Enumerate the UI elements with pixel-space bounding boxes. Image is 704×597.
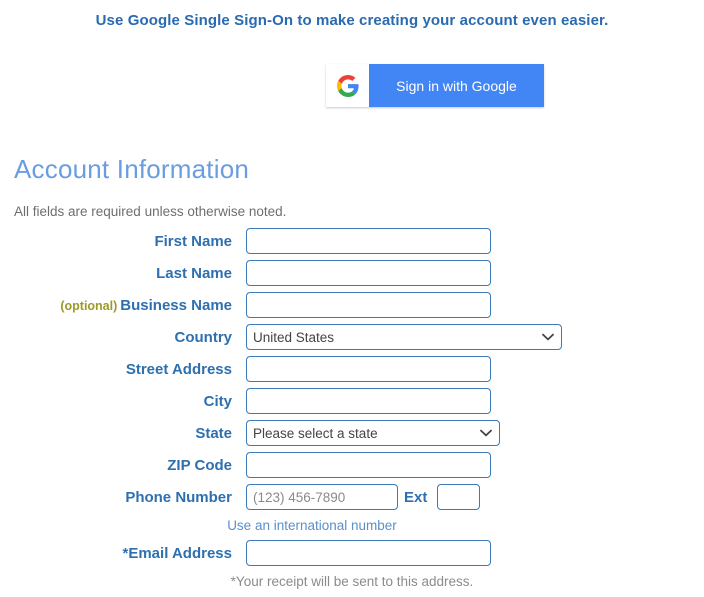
form-row-business-name: (optional) Business Name (0, 290, 704, 321)
account-information-form: First Name Last Name (optional) Business … (0, 226, 704, 594)
ext-input[interactable] (437, 484, 480, 510)
last-name-label: Last Name (156, 265, 232, 282)
optional-tag: (optional) (60, 299, 118, 313)
country-label: Country (174, 329, 233, 346)
google-g-icon (326, 64, 369, 107)
signup-page: Use Google Single Sign-On to make creati… (0, 0, 704, 597)
sso-headline: Use Google Single Sign-On to make creati… (95, 12, 609, 29)
form-row-state: State Please select a state (0, 418, 704, 449)
street-address-input[interactable] (246, 356, 491, 382)
state-label: State (195, 425, 232, 442)
email-address-field-wrap (246, 540, 491, 566)
first-name-label: First Name (154, 233, 232, 250)
form-row-city: City (0, 386, 704, 417)
business-name-field-wrap (246, 292, 491, 318)
city-label: City (203, 393, 232, 410)
business-name-label-text: Business Name (120, 297, 232, 314)
zip-code-input[interactable] (246, 452, 491, 478)
last-name-input[interactable] (246, 260, 491, 286)
international-number-row: Use an international number (0, 514, 704, 538)
street-address-label: Street Address (125, 361, 232, 378)
country-field-wrap: United States (246, 324, 562, 350)
form-row-first-name: First Name (0, 226, 704, 257)
business-name-label: (optional) Business Name (60, 290, 232, 321)
city-field-wrap (246, 388, 491, 414)
first-name-field-wrap (246, 228, 491, 254)
form-row-zip-code: ZIP Code (0, 450, 704, 481)
email-address-input[interactable] (246, 540, 491, 566)
ext-label: Ext (404, 489, 428, 506)
country-select[interactable]: United States (246, 324, 562, 350)
form-row-street-address: Street Address (0, 354, 704, 385)
google-button-label: Sign in with Google (396, 77, 517, 94)
page-title: Account Information (14, 154, 250, 184)
zip-code-label: ZIP Code (167, 457, 232, 474)
email-note-text: *Your receipt will be sent to this addre… (230, 574, 474, 589)
zip-code-field-wrap (246, 452, 491, 478)
state-select[interactable]: Please select a state (246, 420, 500, 446)
form-row-country: Country United States (0, 322, 704, 353)
email-address-label: *Email Address (122, 545, 233, 562)
phone-number-field-wrap (246, 484, 398, 510)
phone-number-input[interactable] (246, 484, 398, 510)
page-subtitle: All fields are required unless otherwise… (14, 204, 287, 219)
ext-field-wrap (437, 484, 480, 510)
email-note-row: *Your receipt will be sent to this addre… (0, 570, 704, 594)
form-row-last-name: Last Name (0, 258, 704, 289)
form-row-email-address: *Email Address (0, 538, 704, 569)
city-input[interactable] (246, 388, 491, 414)
business-name-input[interactable] (246, 292, 491, 318)
international-number-link[interactable]: Use an international number (0, 514, 624, 538)
sign-in-with-google-button[interactable]: Sign in with Google (326, 64, 544, 107)
form-row-phone-number: Phone Number Ext (0, 482, 704, 513)
state-field-wrap: Please select a state (246, 420, 500, 446)
phone-number-label: Phone Number (125, 489, 232, 506)
street-address-field-wrap (246, 356, 491, 382)
first-name-input[interactable] (246, 228, 491, 254)
last-name-field-wrap (246, 260, 491, 286)
